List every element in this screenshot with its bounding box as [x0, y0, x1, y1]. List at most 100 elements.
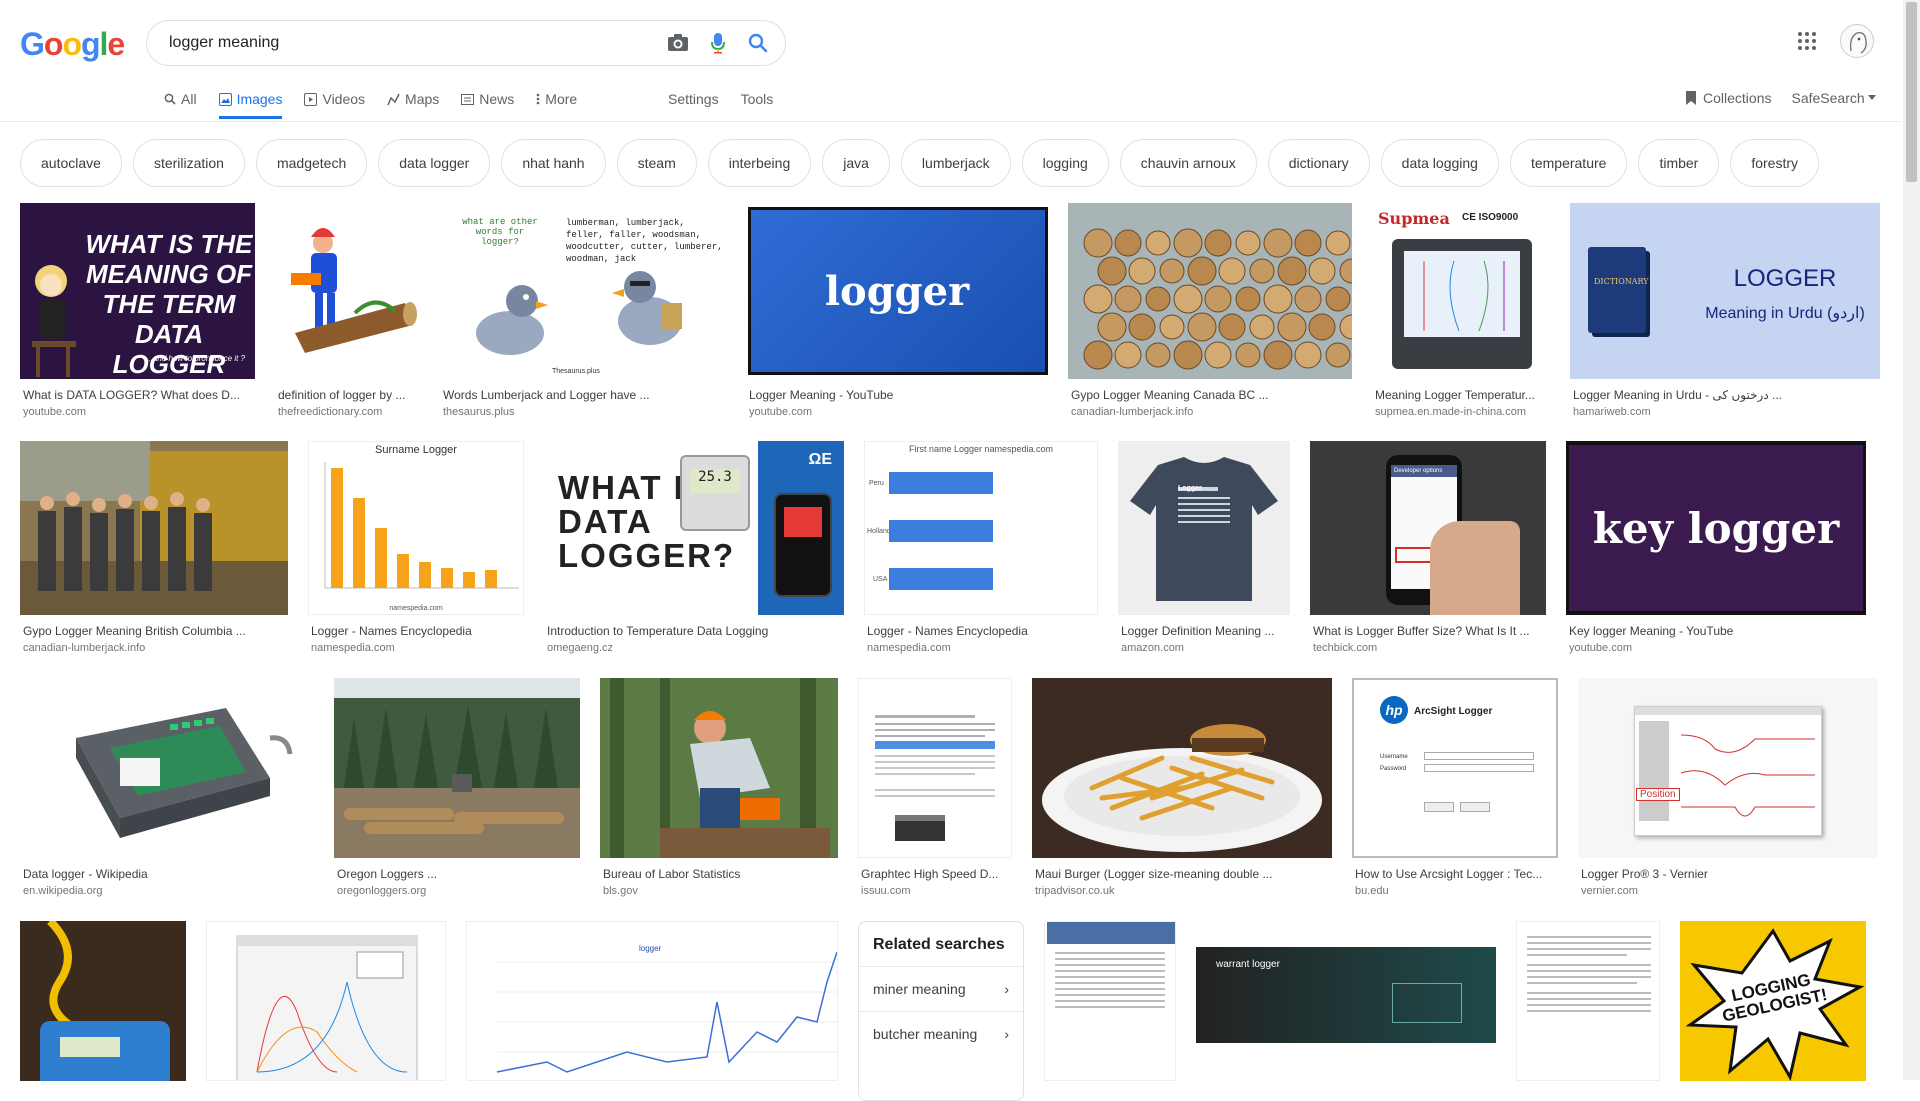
- result-source[interactable]: en.wikipedia.org: [20, 885, 314, 897]
- tab-maps[interactable]: Maps: [387, 88, 439, 119]
- refine-chip[interactable]: autoclave: [20, 139, 122, 187]
- image-result[interactable]: WHAT IS THE MEANING OF THE TERM data log…: [20, 203, 255, 418]
- tab-videos[interactable]: Videos: [304, 88, 365, 119]
- apps-grid-icon[interactable]: [1796, 30, 1818, 52]
- image-result[interactable]: what are other words for logger? lumberm…: [440, 203, 726, 418]
- result-thumbnail[interactable]: key logger: [1566, 441, 1866, 615]
- image-result[interactable]: Supmea CE ISO9000 Meaning Logger Tempera…: [1372, 203, 1550, 418]
- image-result[interactable]: Logger Logger Definition Meaning ... ama…: [1118, 441, 1290, 654]
- refine-chip[interactable]: nhat hanh: [501, 139, 606, 187]
- result-caption[interactable]: Logger Pro® 3 - Vernier: [1578, 867, 1878, 881]
- result-thumbnail[interactable]: logger: [746, 203, 1048, 379]
- result-source[interactable]: namespedia.com: [864, 642, 1098, 654]
- result-thumbnail[interactable]: [1032, 678, 1332, 858]
- refine-chip[interactable]: forestry: [1730, 139, 1820, 187]
- search-icon[interactable]: [747, 32, 769, 54]
- result-caption[interactable]: Bureau of Labor Statistics: [600, 867, 838, 881]
- result-thumbnail[interactable]: WHAT IS A DATA LOGGER? 25.3 ΩE: [544, 441, 844, 615]
- tab-news[interactable]: News: [461, 88, 514, 119]
- result-caption[interactable]: Gypo Logger Meaning British Columbia ...: [20, 624, 288, 638]
- result-source[interactable]: techbick.com: [1310, 642, 1546, 654]
- result-source[interactable]: youtube.com: [1566, 642, 1866, 654]
- refine-chip[interactable]: sterilization: [132, 139, 245, 187]
- image-result[interactable]: DICTIONARY LOGGER Meaning in Urdu (اردو)…: [1570, 203, 1880, 418]
- image-result[interactable]: logger Logger Meaning - YouTube youtube.…: [746, 203, 1048, 418]
- avatar[interactable]: [1840, 24, 1874, 58]
- result-thumbnail[interactable]: [1068, 203, 1352, 379]
- scrollbar-thumb[interactable]: [1906, 2, 1917, 182]
- image-result[interactable]: Oregon Loggers ... oregonloggers.org: [334, 678, 580, 897]
- result-source[interactable]: canadian-lumberjack.info: [20, 642, 288, 654]
- result-source[interactable]: vernier.com: [1578, 885, 1878, 897]
- image-result[interactable]: Position Logger Pro® 3 - Vernier vernier…: [1578, 678, 1878, 897]
- result-caption[interactable]: Words Lumberjack and Logger have ...: [440, 388, 726, 402]
- tab-more[interactable]: More: [536, 88, 577, 119]
- result-thumbnail[interactable]: [20, 678, 314, 858]
- result-thumbnail[interactable]: [20, 441, 288, 615]
- result-thumbnail[interactable]: logger: [466, 921, 838, 1081]
- image-result[interactable]: key logger Key logger Meaning - YouTube …: [1566, 441, 1866, 654]
- search-input[interactable]: [167, 33, 647, 53]
- result-caption[interactable]: definition of logger by ...: [275, 388, 420, 402]
- result-thumbnail[interactable]: Developer options: [1310, 441, 1546, 615]
- tools-link[interactable]: Tools: [741, 91, 774, 107]
- refine-chip[interactable]: data logging: [1380, 139, 1499, 187]
- result-source[interactable]: amazon.com: [1118, 642, 1290, 654]
- image-result[interactable]: Bureau of Labor Statistics bls.gov: [600, 678, 838, 897]
- result-source[interactable]: youtube.com: [746, 406, 1048, 418]
- related-search-item[interactable]: miner meaning ›: [859, 966, 1023, 1011]
- refine-chip[interactable]: data logger: [378, 139, 491, 187]
- result-source[interactable]: bu.edu: [1352, 885, 1558, 897]
- result-thumbnail[interactable]: Supmea CE ISO9000: [1372, 203, 1550, 379]
- result-caption[interactable]: How to Use Arcsight Logger : Tec...: [1352, 867, 1558, 881]
- result-source[interactable]: omegaeng.cz: [544, 642, 844, 654]
- result-source[interactable]: oregonloggers.org: [334, 885, 580, 897]
- refine-chip[interactable]: timber: [1638, 139, 1720, 187]
- tab-images[interactable]: Images: [218, 88, 283, 119]
- safesearch-dropdown[interactable]: SafeSearch: [1791, 90, 1876, 106]
- result-thumbnail[interactable]: [1516, 921, 1660, 1081]
- result-thumbnail[interactable]: hp ArcSight Logger Username Password: [1352, 678, 1558, 858]
- google-logo[interactable]: Google: [20, 26, 125, 63]
- related-search-item[interactable]: butcher meaning ›: [859, 1011, 1023, 1056]
- result-caption[interactable]: Logger Definition Meaning ...: [1118, 624, 1290, 638]
- result-caption[interactable]: What is DATA LOGGER? What does D...: [20, 388, 255, 402]
- result-source[interactable]: bls.gov: [600, 885, 838, 897]
- result-source[interactable]: youtube.com: [20, 406, 255, 418]
- result-caption[interactable]: Maui Burger (Logger size-meaning double …: [1032, 867, 1332, 881]
- search-box[interactable]: [146, 20, 786, 66]
- refine-chip[interactable]: interbeing: [707, 139, 812, 187]
- image-result[interactable]: hp ArcSight Logger Username Password How…: [1352, 678, 1558, 897]
- image-result[interactable]: Maui Burger (Logger size-meaning double …: [1032, 678, 1332, 897]
- result-thumbnail[interactable]: [334, 678, 580, 858]
- result-caption[interactable]: Logger Meaning in Urdu - درختوں کی ...: [1570, 388, 1880, 402]
- result-thumbnail[interactable]: [600, 678, 838, 858]
- scrollbar[interactable]: [1903, 0, 1920, 1080]
- result-caption[interactable]: Gypo Logger Meaning Canada BC ...: [1068, 388, 1352, 402]
- result-thumbnail[interactable]: First name Logger namespedia.com Peru Ho…: [864, 441, 1098, 615]
- result-source[interactable]: tripadvisor.co.uk: [1032, 885, 1332, 897]
- settings-link[interactable]: Settings: [668, 91, 719, 107]
- result-source[interactable]: canadian-lumberjack.info: [1068, 406, 1352, 418]
- result-source[interactable]: thesaurus.plus: [440, 406, 726, 418]
- result-caption[interactable]: Oregon Loggers ...: [334, 867, 580, 881]
- refine-chip[interactable]: temperature: [1509, 139, 1628, 187]
- result-source[interactable]: namespedia.com: [308, 642, 524, 654]
- refine-chip[interactable]: dictionary: [1267, 139, 1370, 187]
- refine-chip[interactable]: logging: [1021, 139, 1109, 187]
- result-source[interactable]: thefreedictionary.com: [275, 406, 420, 418]
- result-thumbnail[interactable]: WHAT IS THE MEANING OF THE TERM data log…: [20, 203, 255, 379]
- result-thumbnail[interactable]: warrant logger: [1196, 921, 1496, 1081]
- result-thumbnail[interactable]: DICTIONARY LOGGER Meaning in Urdu (اردو): [1570, 203, 1880, 379]
- microphone-icon[interactable]: [707, 32, 729, 54]
- refine-chip[interactable]: chauvin arnoux: [1119, 139, 1257, 187]
- tab-all[interactable]: All: [164, 88, 197, 119]
- image-result[interactable]: Data logger - Wikipedia en.wikipedia.org: [20, 678, 314, 897]
- image-result[interactable]: First name Logger namespedia.com Peru Ho…: [864, 441, 1098, 654]
- result-thumbnail[interactable]: what are other words for logger? lumberm…: [440, 203, 726, 379]
- refine-chip[interactable]: madgetech: [255, 139, 368, 187]
- result-caption[interactable]: Introduction to Temperature Data Logging: [544, 624, 844, 638]
- image-result[interactable]: definition of logger by ... thefreedicti…: [275, 203, 420, 418]
- image-result[interactable]: Graphtec High Speed D... issuu.com: [858, 678, 1012, 897]
- camera-icon[interactable]: [667, 32, 689, 54]
